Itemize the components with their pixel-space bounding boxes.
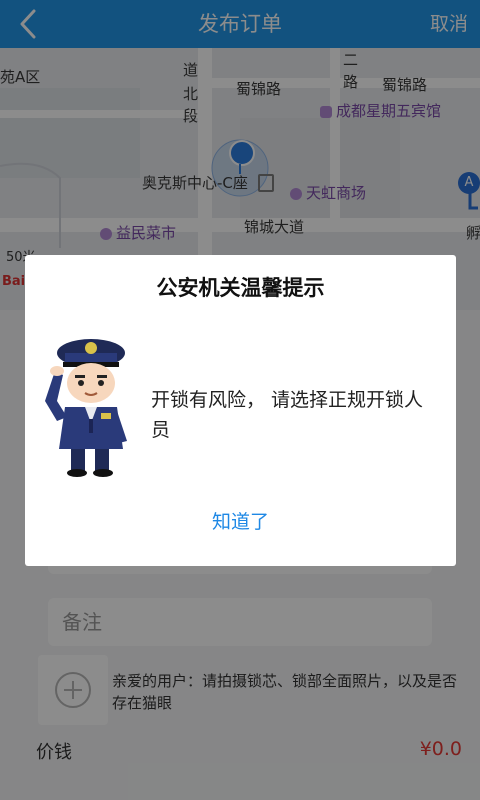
warning-dialog: 公安机关温馨提示 开锁有风险， 请选择正规开锁人员 知道了 [25,255,456,566]
dialog-title: 公安机关温馨提示 [156,276,325,300]
dialog-message: 开锁有风险， 请选择正规开锁人员 [151,389,424,441]
dialog-confirm-button[interactable]: 知道了 [25,507,456,534]
police-officer-icon [45,339,127,477]
